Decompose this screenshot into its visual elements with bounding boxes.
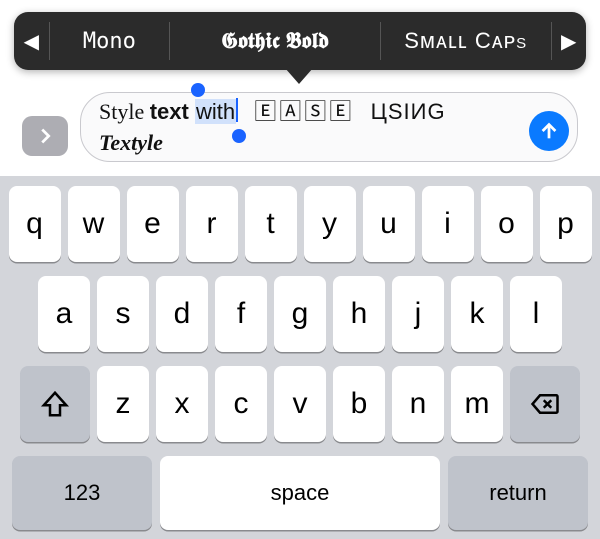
key-a[interactable]: a [38, 276, 90, 352]
key-g[interactable]: g [274, 276, 326, 352]
text-selected: with [195, 99, 236, 124]
key-k[interactable]: k [451, 276, 503, 352]
key-o[interactable]: o [481, 186, 533, 262]
key-m[interactable]: m [451, 366, 503, 442]
keyboard-row-4: 123 space return [6, 456, 594, 530]
key-f[interactable]: f [215, 276, 267, 352]
keyboard-row-2: a s d f g h j k l [6, 276, 594, 352]
chevron-right-icon [34, 125, 56, 147]
picker-next-button[interactable]: ▶ [551, 12, 586, 70]
key-space[interactable]: space [160, 456, 440, 530]
keyboard: q w e r t y u i o p a s d f g h j k l z … [0, 176, 600, 539]
style-option-small-caps[interactable]: Sᴍᴀʟʟ Cᴀᴘs [381, 12, 551, 70]
key-x[interactable]: x [156, 366, 208, 442]
key-i[interactable]: i [422, 186, 474, 262]
send-button[interactable] [529, 111, 569, 151]
key-numbers[interactable]: 123 [12, 456, 152, 530]
message-content: Style text with 🄴🄰🅂🄴 ЦSIИG Textyle [99, 97, 446, 157]
key-z[interactable]: z [97, 366, 149, 442]
picker-tail [285, 68, 313, 84]
key-return[interactable]: return [448, 456, 588, 530]
selection-handle-start[interactable] [191, 83, 205, 97]
key-y[interactable]: y [304, 186, 356, 262]
backspace-icon [530, 389, 560, 419]
key-e[interactable]: e [127, 186, 179, 262]
key-c[interactable]: c [215, 366, 267, 442]
text-caret [236, 98, 238, 122]
style-picker: ◀ Mono 𝕲𝖔𝖙𝖍𝖎𝖈 𝕭𝖔𝖑𝖉 Sᴍᴀʟʟ Cᴀᴘs ▶ [14, 12, 586, 70]
key-w[interactable]: w [68, 186, 120, 262]
text-brand: Textyle [99, 130, 163, 155]
key-t[interactable]: t [245, 186, 297, 262]
compose-row: Style text with 🄴🄰🅂🄴 ЦSIИG Textyle [22, 92, 578, 162]
key-q[interactable]: q [9, 186, 61, 262]
key-s[interactable]: s [97, 276, 149, 352]
text-plain: Style [99, 99, 150, 124]
key-j[interactable]: j [392, 276, 444, 352]
style-option-gothic-bold[interactable]: 𝕲𝖔𝖙𝖍𝖎𝖈 𝕭𝖔𝖑𝖉 [170, 12, 380, 70]
key-shift[interactable] [20, 366, 90, 442]
shift-icon [40, 389, 70, 419]
style-option-mono[interactable]: Mono [49, 12, 169, 70]
key-r[interactable]: r [186, 186, 238, 262]
key-h[interactable]: h [333, 276, 385, 352]
selection-handle-end[interactable] [232, 129, 246, 143]
key-p[interactable]: p [540, 186, 592, 262]
text-faux-cyrillic: ЦSIИG [371, 99, 446, 124]
text-bold: text [150, 99, 189, 124]
key-v[interactable]: v [274, 366, 326, 442]
key-n[interactable]: n [392, 366, 444, 442]
keyboard-row-3: z x c v b n m [6, 366, 594, 442]
text-boxed: 🄴🄰🅂🄴 [238, 100, 371, 125]
more-button[interactable] [22, 116, 68, 156]
key-d[interactable]: d [156, 276, 208, 352]
key-backspace[interactable] [510, 366, 580, 442]
arrow-up-icon [538, 120, 560, 142]
message-input[interactable]: Style text with 🄴🄰🅂🄴 ЦSIИG Textyle [80, 92, 578, 162]
picker-prev-button[interactable]: ◀ [14, 12, 49, 70]
keyboard-row-1: q w e r t y u i o p [6, 186, 594, 262]
key-u[interactable]: u [363, 186, 415, 262]
key-b[interactable]: b [333, 366, 385, 442]
key-l[interactable]: l [510, 276, 562, 352]
